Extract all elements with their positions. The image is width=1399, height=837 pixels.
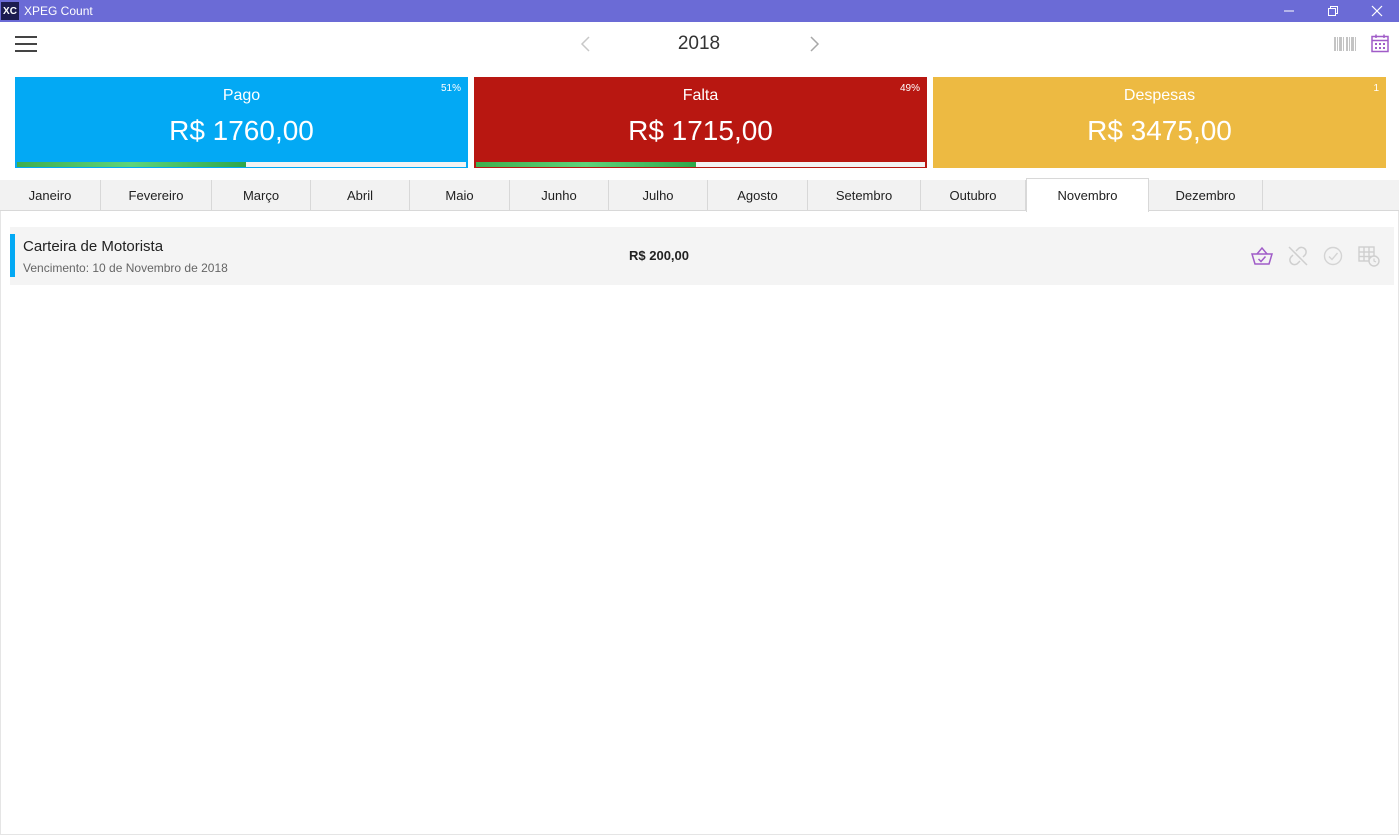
card-title: Falta <box>682 87 719 104</box>
card-despesas[interactable]: Despesas R$ 3475,00 1 <box>933 77 1386 168</box>
card-value: R$ 3475,00 <box>1087 115 1232 146</box>
minimize-icon[interactable] <box>1267 0 1311 22</box>
tab-fevereiro[interactable]: Fevereiro <box>101 180 212 211</box>
card-falta[interactable]: Falta R$ 1715,00 49% <box>474 77 927 168</box>
card-pago[interactable]: Pago R$ 1760,00 51% <box>15 77 468 168</box>
table-clock-icon[interactable] <box>1357 244 1381 268</box>
tab-maio[interactable]: Maio <box>410 180 510 211</box>
tab-agosto[interactable]: Agosto <box>708 180 808 211</box>
window-controls <box>1267 0 1399 22</box>
card-badge: 51% <box>440 83 461 94</box>
tab-junho[interactable]: Junho <box>510 180 609 211</box>
month-tabs: Janeiro Fevereiro Março Abril Maio Junho… <box>0 178 1399 212</box>
tab-abril[interactable]: Abril <box>311 180 410 211</box>
card-value: R$ 1715,00 <box>628 115 773 146</box>
hamburger-icon[interactable] <box>15 36 37 54</box>
bill-due-date: Vencimento: 10 de Novembro de 2018 <box>23 261 228 275</box>
app-header: 2018 <box>0 22 1399 70</box>
close-icon[interactable] <box>1355 0 1399 22</box>
progress-bar <box>17 162 466 167</box>
title-bar: XC XPEG Count <box>0 0 1399 22</box>
progress-bar <box>476 162 925 167</box>
restore-icon[interactable] <box>1311 0 1355 22</box>
progress-fill <box>476 162 696 167</box>
chevron-right-icon[interactable] <box>806 34 822 54</box>
tab-outubro[interactable]: Outubro <box>921 180 1026 211</box>
check-circle-icon[interactable] <box>1321 244 1345 268</box>
tab-dezembro[interactable]: Dezembro <box>1149 180 1263 211</box>
barcode-layout-icon[interactable] <box>1333 34 1357 54</box>
calendar-icon[interactable] <box>1370 33 1390 53</box>
year-label: 2018 <box>677 33 721 54</box>
card-badge: 1 <box>1373 83 1379 94</box>
tab-setembro[interactable]: Setembro <box>808 180 921 211</box>
tab-julho[interactable]: Julho <box>609 180 708 211</box>
basket-icon[interactable] <box>1250 244 1274 268</box>
chevron-left-icon[interactable] <box>578 34 594 54</box>
bill-amount: R$ 200,00 <box>629 248 689 263</box>
tab-janeiro[interactable]: Janeiro <box>0 180 101 211</box>
bill-name: Carteira de Motorista <box>23 238 164 255</box>
progress-fill <box>17 162 246 167</box>
card-title: Despesas <box>1123 87 1196 104</box>
tab-marco[interactable]: Março <box>212 180 311 211</box>
app-logo: XC <box>1 2 19 20</box>
tab-novembro[interactable]: Novembro <box>1026 178 1149 212</box>
unlink-icon[interactable] <box>1286 244 1310 268</box>
card-title: Pago <box>222 87 261 104</box>
bill-accent-bar <box>10 234 15 277</box>
bill-item[interactable]: Carteira de Motorista Vencimento: 10 de … <box>10 227 1394 285</box>
card-badge: 49% <box>899 83 920 94</box>
app-title: XPEG Count <box>24 4 93 18</box>
card-value: R$ 1760,00 <box>169 115 314 146</box>
bill-list: Carteira de Motorista Vencimento: 10 de … <box>0 211 1399 835</box>
